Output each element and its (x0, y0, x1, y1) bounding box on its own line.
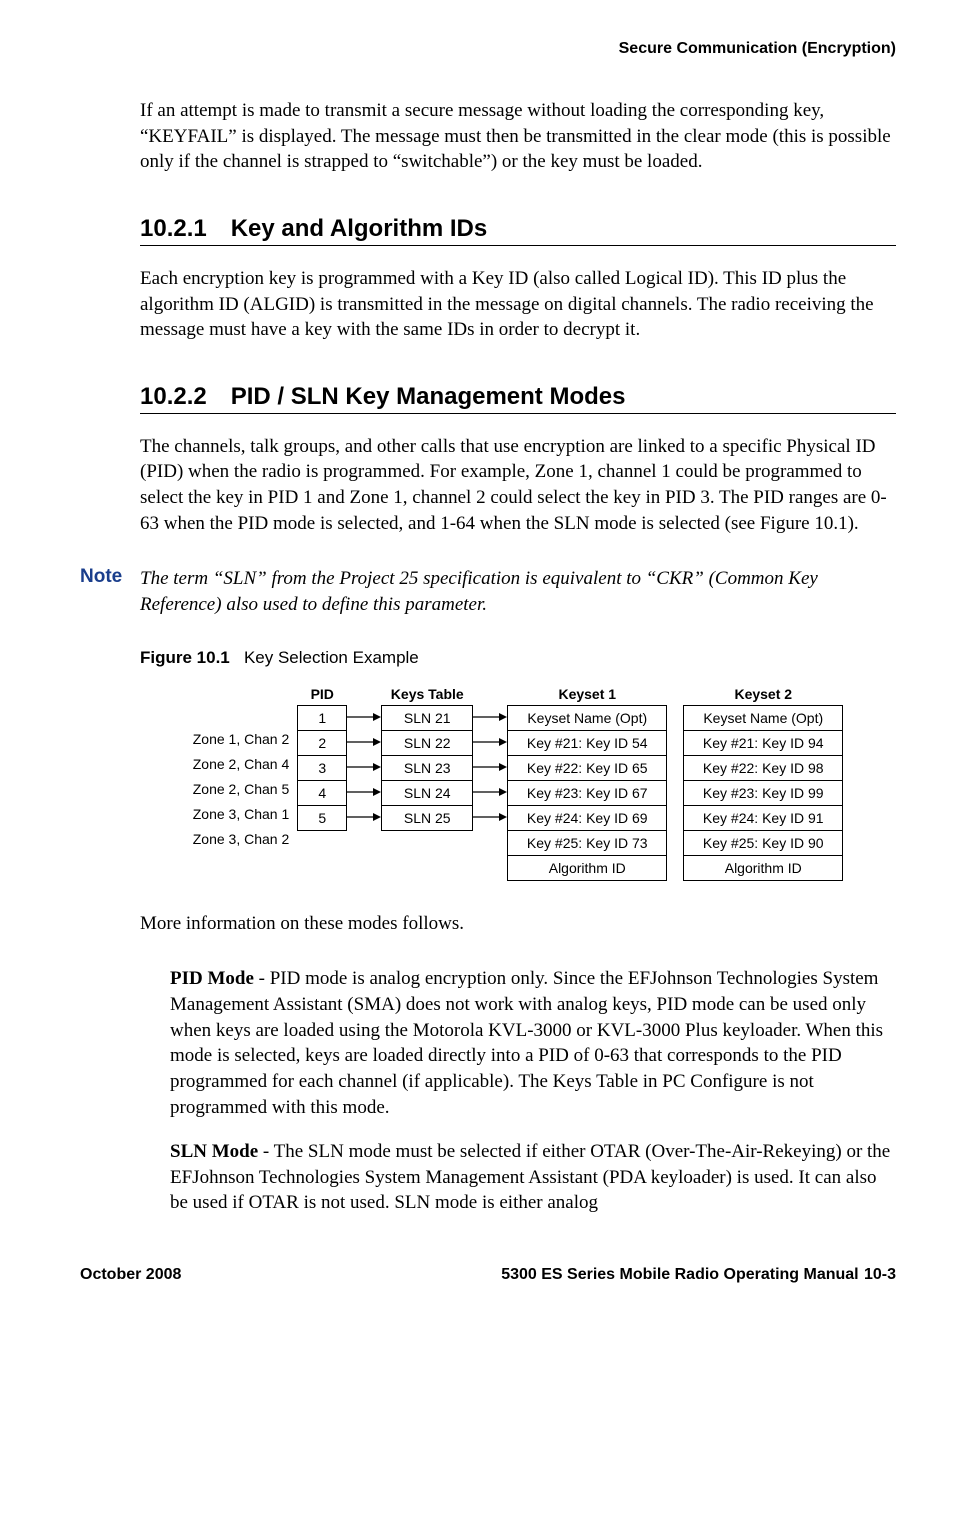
zone-label: Zone 3, Chan 2 (193, 827, 298, 852)
keyset1-column: Keyset 1 Keyset Name (Opt) Key #21: Key … (507, 683, 667, 881)
page-footer: October 2008 5300 ES Series Mobile Radio… (80, 1266, 896, 1284)
keyset1-table: Keyset Name (Opt) Key #21: Key ID 54 Key… (507, 705, 667, 881)
arrow-right-icon (473, 780, 507, 805)
heading-rule (140, 413, 896, 414)
keyset2-table: Keyset Name (Opt) Key #21: Key ID 94 Key… (683, 705, 843, 881)
note-text: The term “SLN” from the Project 25 speci… (140, 566, 896, 617)
arrow-right-icon (473, 755, 507, 780)
pid-cell: 5 (298, 806, 346, 830)
figure-caption-text: Key Selection Example (244, 648, 419, 667)
keyset-cell: Key #23: Key ID 99 (684, 781, 842, 806)
note-label: Note (80, 566, 140, 588)
sln-cell: SLN 21 (382, 706, 472, 731)
zone-label: Zone 2, Chan 5 (193, 777, 298, 802)
keyset2-header: Keyset 2 (683, 683, 843, 705)
figure-diagram: Zone 1, Chan 2 Zone 2, Chan 4 Zone 2, Ch… (140, 683, 896, 881)
pid-mode-label: PID Mode (170, 968, 254, 989)
keys-table: SLN 21 SLN 22 SLN 23 SLN 24 SLN 25 (381, 705, 473, 831)
zone-label: Zone 1, Chan 2 (193, 727, 298, 752)
sln-cell: SLN 22 (382, 731, 472, 756)
pid-header: PID (297, 683, 347, 705)
pid-mode-text: - PID mode is analog encryption only. Si… (170, 968, 883, 1117)
keyset-cell: Key #23: Key ID 67 (508, 781, 666, 806)
keyset-cell: Algorithm ID (684, 856, 842, 880)
keyset-cell: Algorithm ID (508, 856, 666, 880)
sln-cell: SLN 24 (382, 781, 472, 806)
zone-header (193, 683, 298, 727)
sln-cell: SLN 25 (382, 806, 472, 830)
sln-mode-text: - The SLN mode must be selected if eithe… (170, 1141, 890, 1213)
heading-10-2-1: 10.2.1 Key and Algorithm IDs (140, 215, 896, 243)
arrow-right-icon (473, 730, 507, 755)
pid-cell: 4 (298, 781, 346, 806)
keyset-cell: Key #24: Key ID 91 (684, 806, 842, 831)
keyset-cell: Keyset Name (Opt) (684, 706, 842, 731)
arrow-right-icon (347, 755, 381, 780)
heading-10-2-2: 10.2.2 PID / SLN Key Management Modes (140, 383, 896, 411)
zone-label: Zone 3, Chan 1 (193, 802, 298, 827)
keyset-cell: Key #22: Key ID 65 (508, 756, 666, 781)
keyset2-column: Keyset 2 Keyset Name (Opt) Key #21: Key … (683, 683, 843, 881)
sec2-paragraph: The channels, talk groups, and other cal… (140, 434, 896, 537)
arrow-right-icon (473, 805, 507, 830)
sln-cell: SLN 23 (382, 756, 472, 781)
keyset-cell: Key #21: Key ID 94 (684, 731, 842, 756)
footer-manual-page: 5300 ES Series Mobile Radio Operating Ma… (501, 1266, 896, 1284)
keyset-cell: Key #21: Key ID 54 (508, 731, 666, 756)
pid-cell: 3 (298, 756, 346, 781)
keyset-cell: Key #25: Key ID 90 (684, 831, 842, 856)
arrow-right-icon (347, 730, 381, 755)
keyset-cell: Key #22: Key ID 98 (684, 756, 842, 781)
arrow-right-icon (347, 705, 381, 730)
figure-caption: Figure 10.1 Key Selection Example (140, 648, 896, 668)
pid-cell: 2 (298, 731, 346, 756)
intro-paragraph: If an attempt is made to transmit a secu… (140, 98, 896, 175)
keyset1-header: Keyset 1 (507, 683, 667, 705)
zone-column: Zone 1, Chan 2 Zone 2, Chan 4 Zone 2, Ch… (193, 683, 298, 852)
footer-date: October 2008 (80, 1266, 181, 1284)
zone-label: Zone 2, Chan 4 (193, 752, 298, 777)
arrow-column-1 (347, 683, 381, 830)
figure-label: Figure 10.1 (140, 648, 230, 667)
note-block: Note The term “SLN” from the Project 25 … (80, 566, 896, 617)
keyset-cell: Keyset Name (Opt) (508, 706, 666, 731)
running-header: Secure Communication (Encryption) (80, 40, 896, 58)
pid-mode-paragraph: PID Mode - PID mode is analog encryption… (170, 966, 896, 1120)
sec1-paragraph: Each encryption key is programmed with a… (140, 266, 896, 343)
arrow-right-icon (347, 805, 381, 830)
sln-mode-paragraph: SLN Mode - The SLN mode must be selected… (170, 1139, 896, 1216)
pid-column: PID 1 2 3 4 5 (297, 683, 347, 831)
keyset-cell: Key #25: Key ID 73 (508, 831, 666, 856)
arrow-column-2 (473, 683, 507, 830)
heading-rule (140, 245, 896, 246)
keys-column: Keys Table SLN 21 SLN 22 SLN 23 SLN 24 S… (381, 683, 473, 831)
keys-header: Keys Table (381, 683, 473, 705)
keyset-cell: Key #24: Key ID 69 (508, 806, 666, 831)
pid-cell: 1 (298, 706, 346, 731)
more-info-paragraph: More information on these modes follows. (140, 911, 896, 937)
sln-mode-label: SLN Mode (170, 1141, 258, 1162)
arrow-right-icon (473, 705, 507, 730)
arrow-right-icon (347, 780, 381, 805)
pid-table: 1 2 3 4 5 (297, 705, 347, 831)
